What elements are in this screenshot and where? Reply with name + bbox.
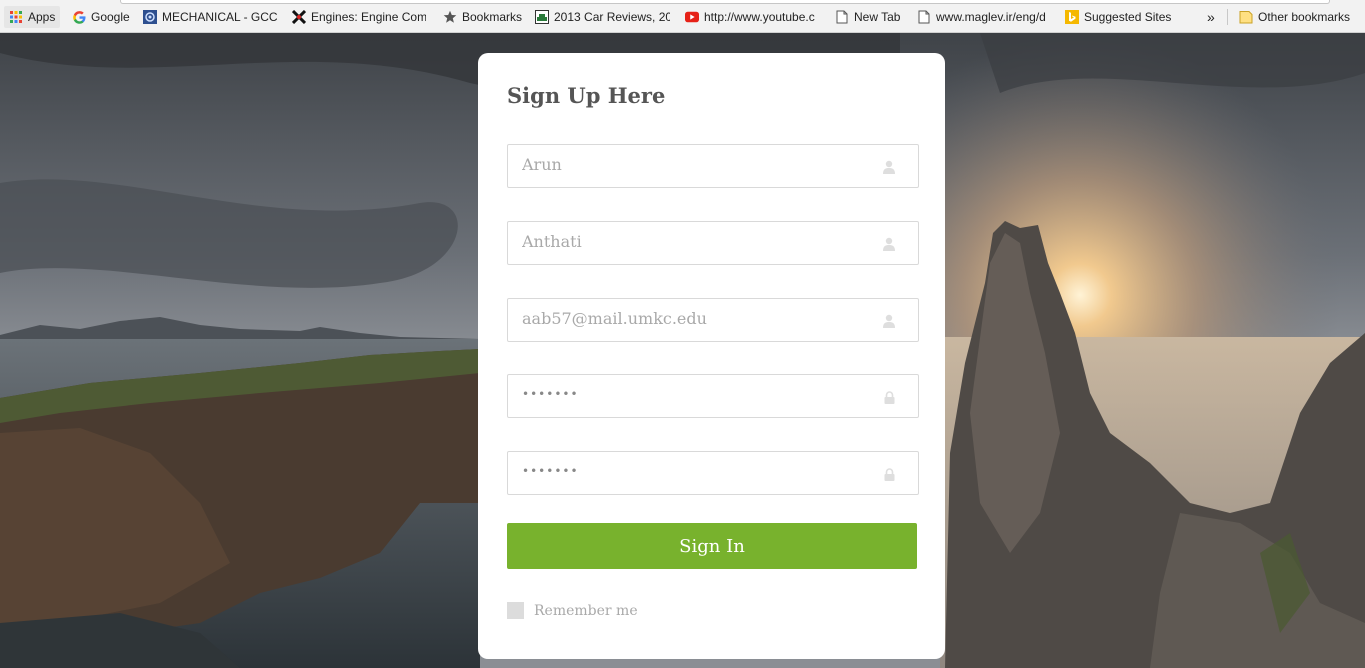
bookmarks-separator (1227, 9, 1228, 25)
bookmark-label: Suggested Sites (1084, 10, 1172, 24)
bookmark-other-bookmarks[interactable]: Other bookmarks (1235, 6, 1354, 28)
page-title: Sign Up Here (507, 83, 666, 108)
bookmark-bookmarks[interactable]: Bookmarks (439, 6, 526, 28)
bookmark-label: Engines: Engine Comp (311, 10, 426, 24)
confirm-password-input[interactable] (508, 452, 878, 494)
page-icon (835, 10, 849, 24)
google-icon (72, 10, 86, 24)
bookmark-label: Google (91, 10, 130, 24)
bookmark-google[interactable]: Google (68, 6, 134, 28)
apps-grid-icon (9, 10, 23, 24)
user-icon (882, 159, 896, 175)
email-input[interactable] (508, 299, 878, 341)
checkbox-box[interactable] (507, 602, 524, 619)
bookmark-label: 2013 Car Reviews, 201 (554, 10, 670, 24)
car-site-favicon (535, 10, 549, 24)
folder-icon (1239, 10, 1253, 24)
bookmark-label: Bookmarks (462, 10, 523, 24)
password-input[interactable] (508, 375, 878, 417)
user-icon (882, 313, 896, 329)
star-icon (443, 10, 457, 24)
bookmark-label: New Tab (854, 10, 901, 24)
bookmark-new-tab[interactable]: New Tab (831, 6, 904, 28)
user-icon (882, 236, 896, 252)
bookmark-car-reviews[interactable]: 2013 Car Reviews, 201 (531, 6, 674, 28)
bookmark-engines[interactable]: Engines: Engine Comp (288, 6, 430, 28)
lock-icon (882, 389, 896, 405)
last-name-field[interactable] (507, 221, 919, 265)
omnibox-edge (120, 0, 1330, 4)
site-favicon (143, 10, 157, 24)
first-name-input[interactable] (508, 145, 878, 187)
bookmark-maglev[interactable]: www.maglev.ir/eng/d (913, 6, 1055, 28)
bookmark-label: Other bookmarks (1258, 10, 1351, 24)
bing-icon (1065, 10, 1079, 24)
last-name-input[interactable] (508, 222, 878, 264)
page-icon (917, 10, 931, 24)
bookmark-mechanical[interactable]: MECHANICAL - GCC E (139, 6, 281, 28)
overflow-chevron-icon: » (1207, 9, 1215, 25)
remember-me-checkbox[interactable]: Remember me (507, 602, 638, 619)
signup-card: Sign Up Here Sign In Remember me (478, 53, 945, 659)
bookmark-label: http://www.youtube.c (704, 10, 815, 24)
lock-icon (882, 466, 896, 482)
engines-favicon (292, 10, 306, 24)
bookmark-youtube[interactable]: http://www.youtube.c (681, 6, 824, 28)
password-field[interactable] (507, 374, 919, 418)
confirm-password-field[interactable] (507, 451, 919, 495)
bookmark-suggested-sites[interactable]: Suggested Sites (1061, 6, 1175, 28)
bookmarks-overflow-button[interactable]: » (1203, 6, 1219, 28)
first-name-field[interactable] (507, 144, 919, 188)
email-field[interactable] (507, 298, 919, 342)
bookmark-label: www.maglev.ir/eng/d (936, 10, 1046, 24)
bookmarks-bar: Apps Google MECHANICAL - GCC E Engines: … (0, 0, 1365, 33)
sign-in-button[interactable]: Sign In (507, 523, 917, 569)
bookmark-label: Apps (28, 10, 56, 24)
bookmark-apps[interactable]: Apps (4, 6, 61, 28)
youtube-icon (685, 10, 699, 24)
bookmark-label: MECHANICAL - GCC E (162, 10, 277, 24)
remember-me-label: Remember me (534, 602, 638, 619)
